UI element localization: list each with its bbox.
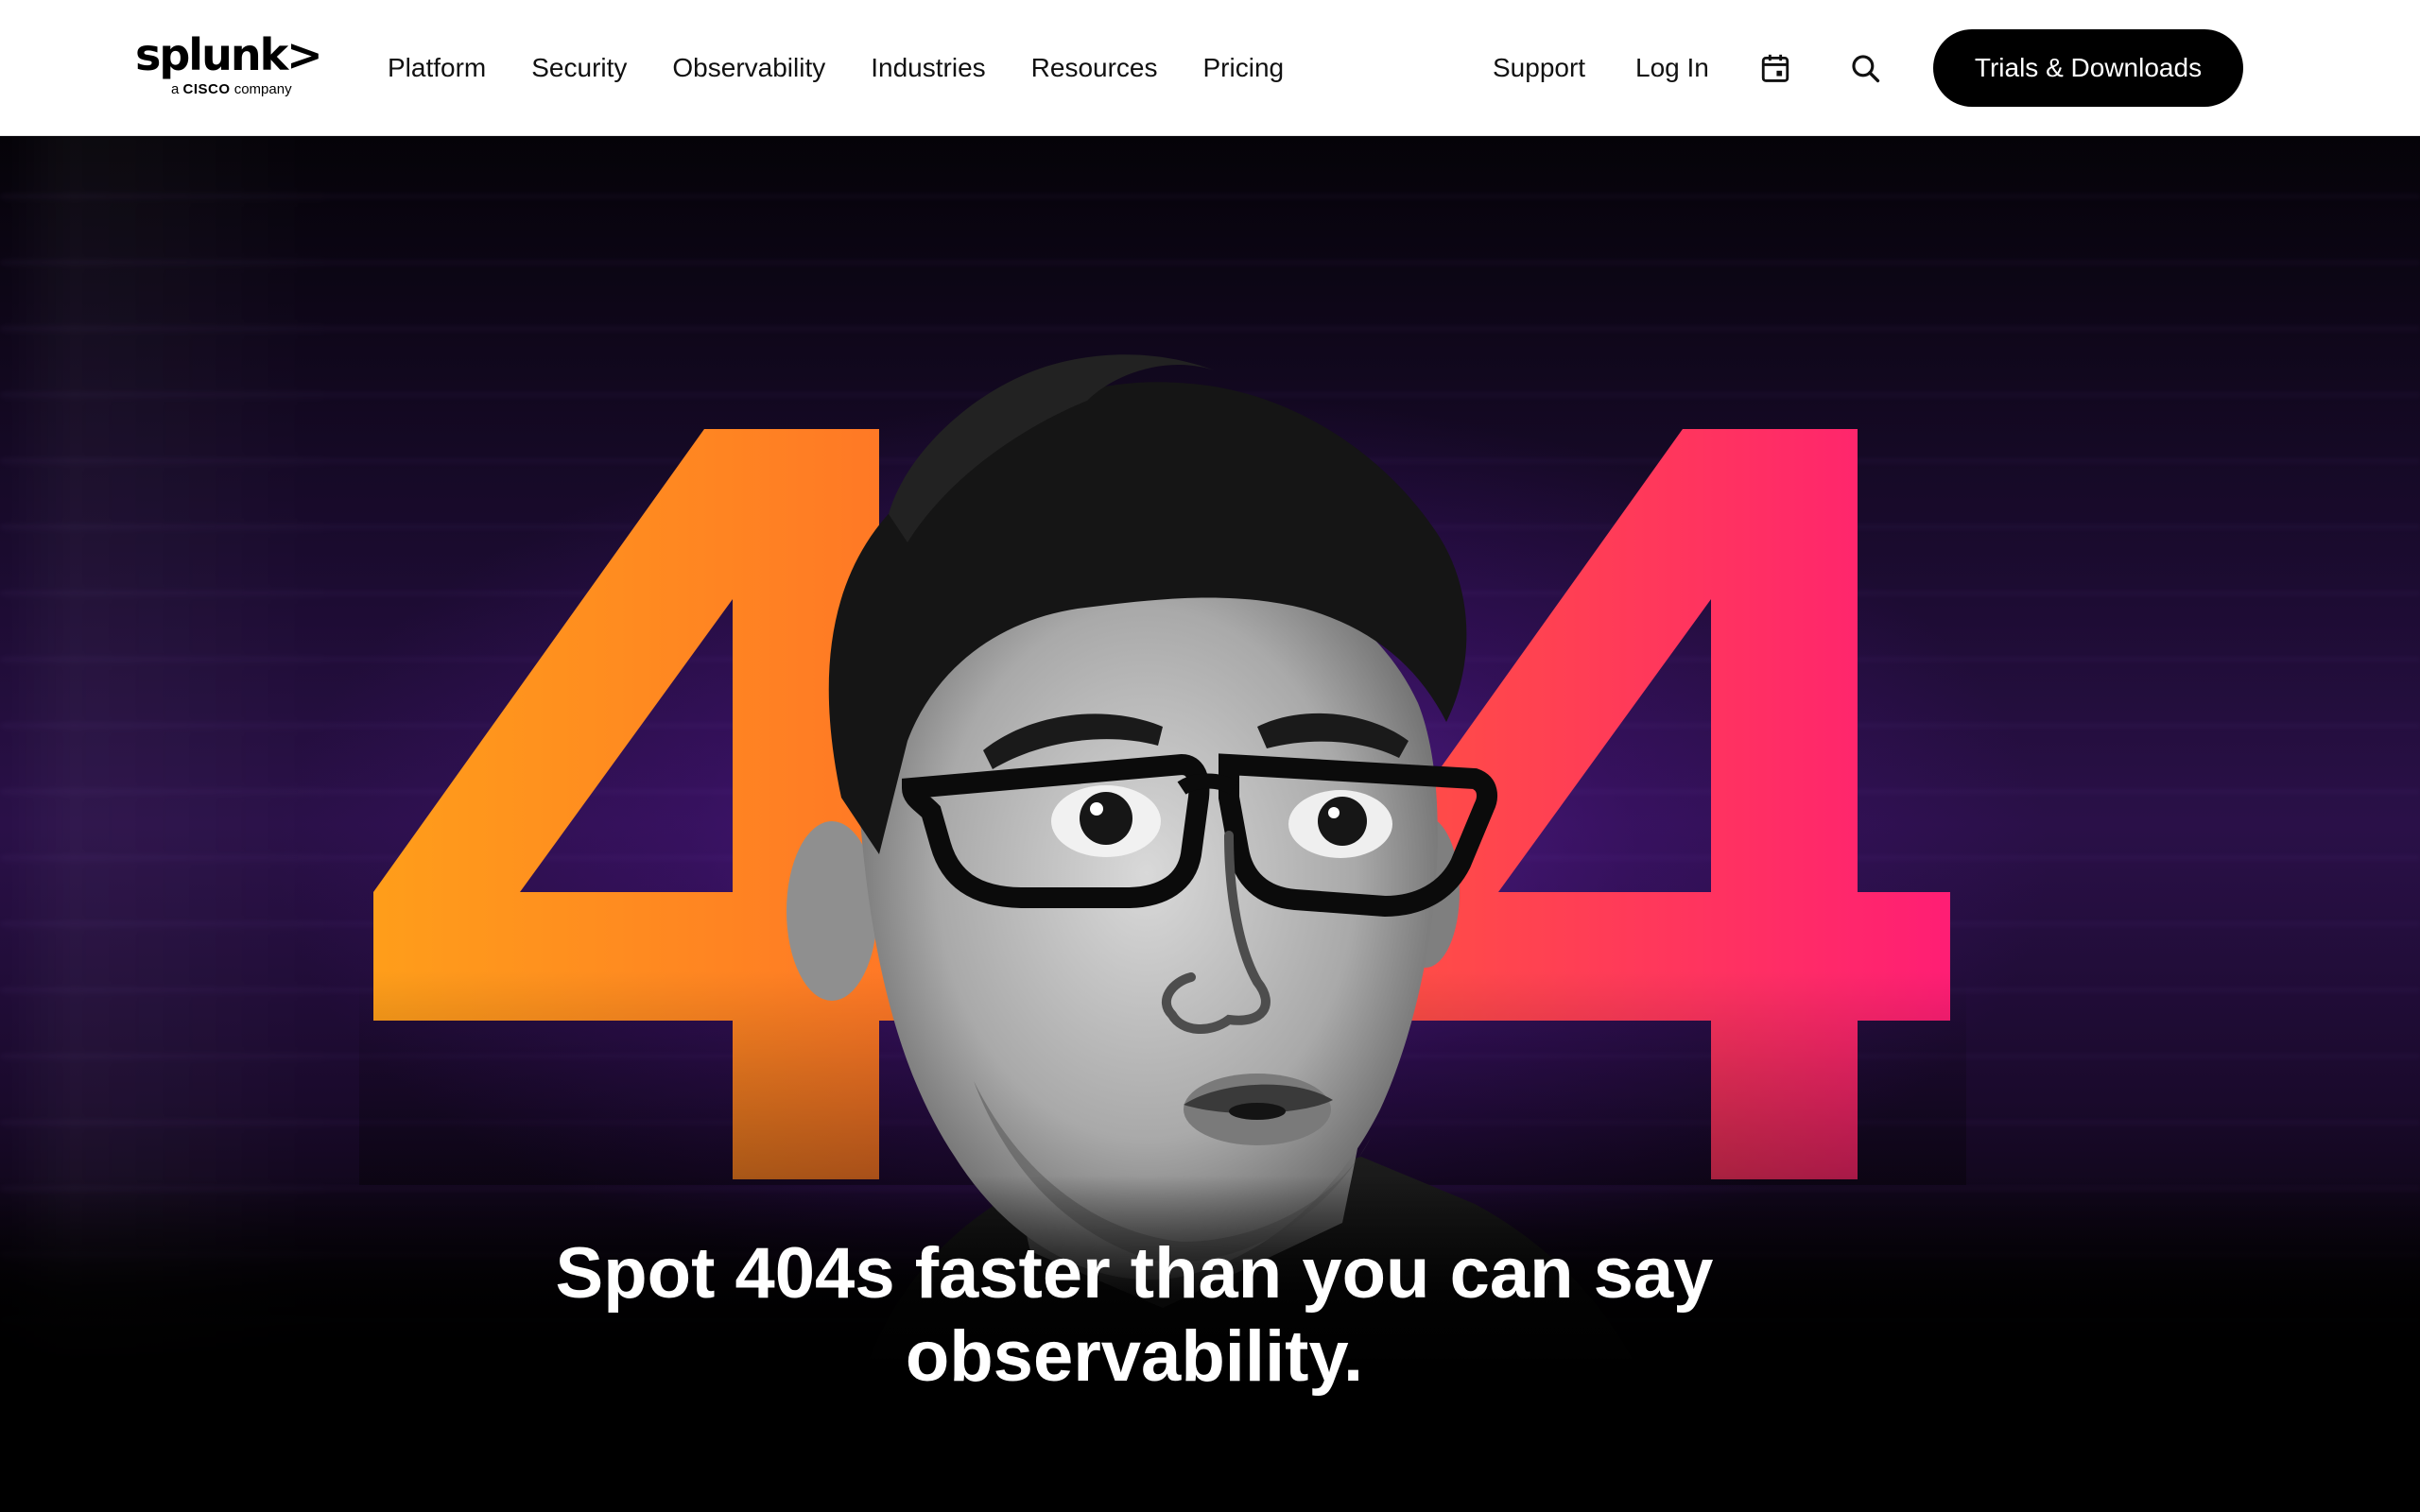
nav-resources[interactable]: Resources — [1031, 45, 1158, 91]
logo-tagline: a CISCO company — [171, 81, 292, 97]
main-nav: Platform Security Observability Industri… — [388, 45, 1329, 91]
nav-observability[interactable]: Observability — [672, 45, 825, 91]
hero-banner: Spot 404s faster than you can say observ… — [0, 136, 2420, 1512]
login-link[interactable]: Log In — [1635, 45, 1709, 91]
nav-pricing[interactable]: Pricing — [1203, 45, 1285, 91]
nav-industries[interactable]: Industries — [871, 45, 985, 91]
search-icon[interactable] — [1846, 49, 1884, 87]
splunk-logo[interactable]: splunk> a CISCO company — [135, 29, 323, 102]
trials-downloads-button[interactable]: Trials & Downloads — [1933, 29, 2243, 107]
calendar-icon[interactable] — [1756, 49, 1794, 87]
hero-headline: Spot 404s faster than you can say observ… — [555, 1233, 1714, 1397]
site-header: splunk> a CISCO company Platform Securit… — [0, 0, 2420, 136]
logo-wordmark: splunk> — [135, 29, 323, 80]
support-link[interactable]: Support — [1493, 45, 1585, 91]
nav-platform[interactable]: Platform — [388, 45, 486, 91]
nav-security[interactable]: Security — [531, 45, 627, 91]
